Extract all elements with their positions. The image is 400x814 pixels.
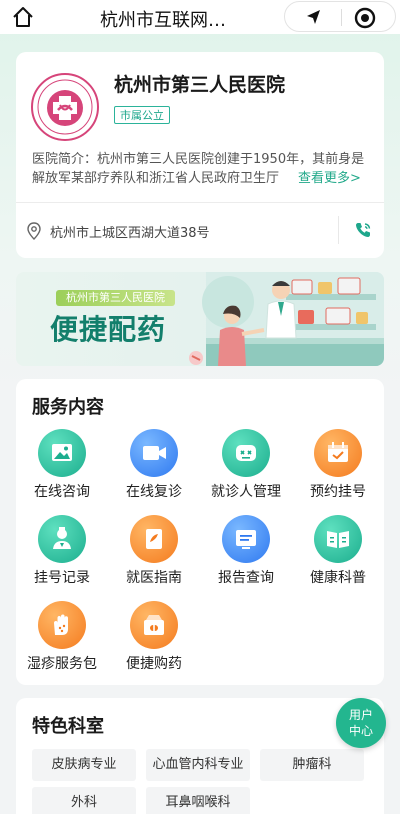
location-arrow-icon[interactable] (301, 6, 325, 30)
image-icon (38, 429, 86, 477)
services-card: 服务内容 在线咨询 在线复诊 就诊人管理 预约挂号 挂号记录 就医指南 报告查询… (16, 379, 384, 685)
phone-icon[interactable] (354, 221, 372, 239)
hand-icon (38, 601, 86, 649)
hospital-name: 杭州市第三人民医院 (114, 74, 286, 96)
departments-title: 特色科室 (32, 716, 104, 737)
user-center-line1: 用户 (348, 708, 373, 722)
promo-banner[interactable]: 杭州市第三人民医院 便捷配药 (16, 272, 384, 366)
top-nav-bar: 杭州市互联网… (0, 0, 400, 34)
service-book-appointment[interactable]: 预约挂号 (292, 429, 384, 509)
hospital-address: 杭州市上城区西湖大道38号 (50, 226, 210, 241)
services-title: 服务内容 (32, 397, 104, 418)
service-label: 报告查询 (218, 570, 274, 586)
hospital-type-badge: 市属公立 (114, 106, 170, 124)
doctor-icon (38, 515, 86, 563)
record-icon[interactable] (353, 6, 377, 30)
dept-tag[interactable]: 外科 (32, 787, 136, 814)
service-label: 在线咨询 (34, 484, 90, 500)
location-pin-icon (27, 222, 41, 240)
pharmacy-illustration (189, 272, 384, 366)
dept-tag[interactable]: 心血管内科专业 (146, 749, 250, 781)
service-eczema-package[interactable]: 湿疹服务包 (16, 601, 108, 681)
service-online-consult[interactable]: 在线咨询 (16, 429, 108, 509)
report-icon (222, 515, 270, 563)
dept-tag[interactable]: 皮肤病专业 (32, 749, 136, 781)
address-divider (338, 216, 339, 244)
card-divider (16, 202, 384, 203)
page-title: 杭州市互联网… (100, 10, 226, 31)
hospital-card: 杭州市第三人民医院 市属公立 医院简介：杭州市第三人民医院创建于1950年，其前… (16, 52, 384, 258)
video-icon (130, 429, 178, 477)
service-label: 湿疹服务包 (27, 656, 97, 672)
service-convenient-medicine[interactable]: 便捷购药 (108, 601, 200, 681)
departments-card: 特色科室 皮肤病专业 心血管内科专业 肿瘤科 外科 耳鼻咽喉科 (16, 698, 384, 814)
service-label: 就医指南 (126, 570, 182, 586)
service-registration-records[interactable]: 挂号记录 (16, 515, 108, 595)
dept-tag[interactable]: 肿瘤科 (260, 749, 364, 781)
banner-title: 便捷配药 (50, 313, 167, 346)
service-label: 挂号记录 (34, 570, 90, 586)
capsule-divider (341, 9, 342, 26)
intro-label: 医院简介： (32, 152, 98, 167)
mini-program-capsule (284, 1, 396, 32)
service-patient-management[interactable]: 就诊人管理 (200, 429, 292, 509)
service-online-revisit[interactable]: 在线复诊 (108, 429, 200, 509)
service-label: 就诊人管理 (211, 484, 281, 500)
service-medical-guide[interactable]: 就医指南 (108, 515, 200, 595)
service-label: 预约挂号 (310, 484, 366, 500)
service-label: 在线复诊 (126, 484, 182, 500)
hospital-logo (31, 73, 99, 141)
dept-tag[interactable]: 耳鼻咽喉科 (146, 787, 250, 814)
user-center-button[interactable]: 用户 中心 (336, 698, 386, 748)
medicine-box-icon (130, 601, 178, 649)
service-report-query[interactable]: 报告查询 (200, 515, 292, 595)
guide-book-icon (130, 515, 178, 563)
service-label: 便捷购药 (126, 656, 182, 672)
banner-subtitle: 杭州市第三人民医院 (56, 290, 175, 306)
robot-icon (222, 429, 270, 477)
service-health-education[interactable]: 健康科普 (292, 515, 384, 595)
user-center-line2: 中心 (348, 724, 373, 738)
view-more-link[interactable]: 查看更多> (278, 169, 361, 188)
open-book-icon (314, 515, 362, 563)
calendar-icon (314, 429, 362, 477)
home-icon[interactable] (10, 4, 36, 30)
service-label: 健康科普 (310, 570, 366, 586)
